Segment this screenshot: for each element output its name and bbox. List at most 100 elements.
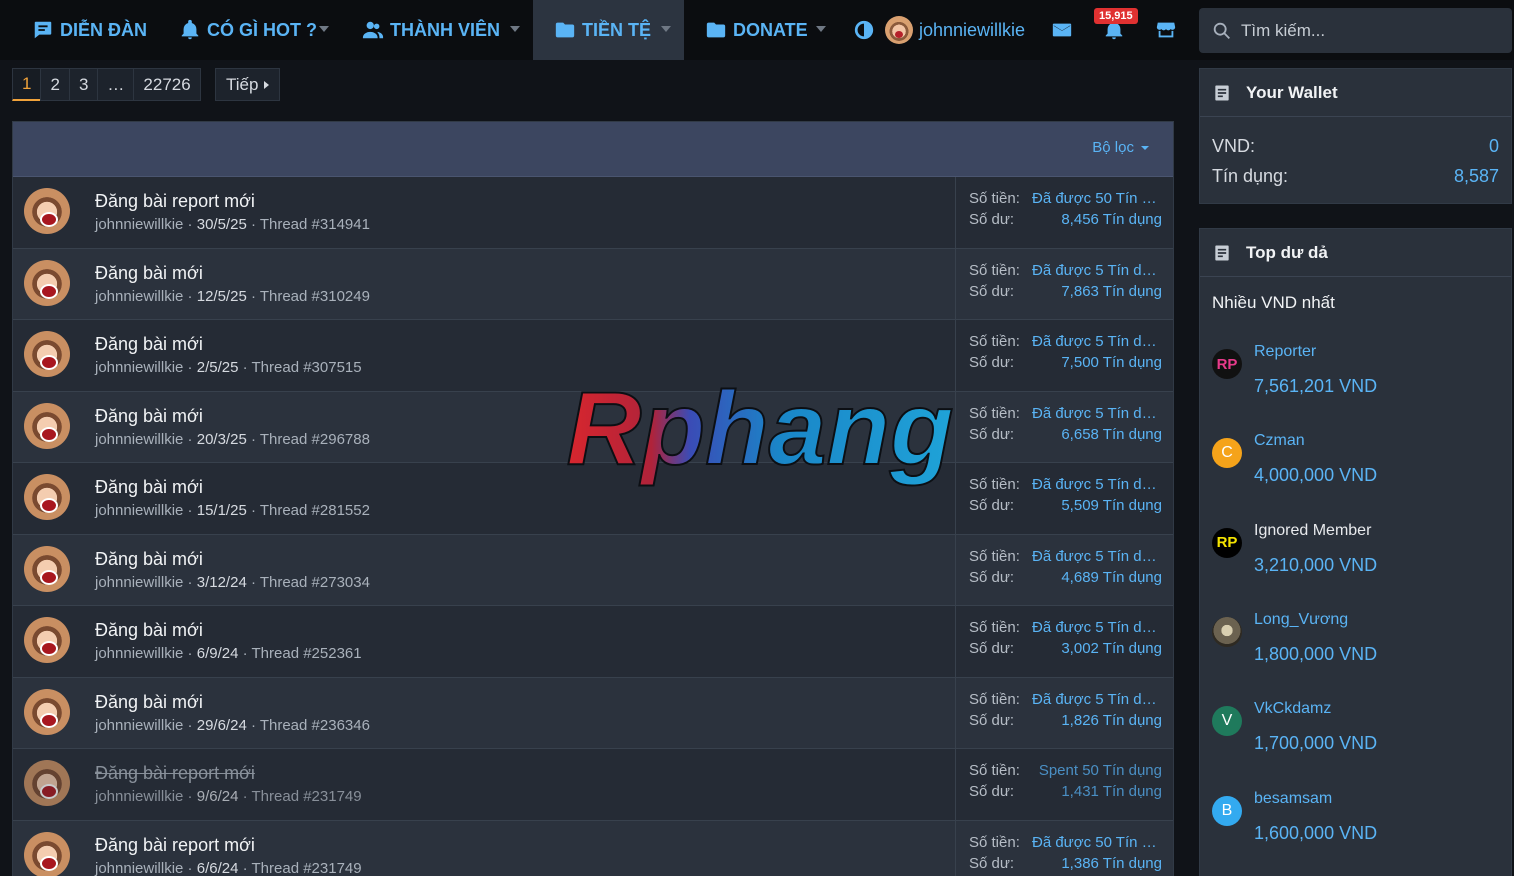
transaction-user[interactable]: johnniewillkie xyxy=(95,788,183,805)
transaction-title[interactable]: Đăng bài mới xyxy=(95,549,203,570)
transaction-thread[interactable]: Thread #281552 xyxy=(260,502,370,519)
member-avatar[interactable]: C xyxy=(1212,438,1242,469)
avatar[interactable] xyxy=(24,331,70,377)
wallet-vnd-row: VND: 0 xyxy=(1212,136,1499,157)
transaction-thread[interactable]: Thread #314941 xyxy=(260,216,370,233)
page-link-1[interactable]: 1 xyxy=(12,68,42,101)
avatar[interactable] xyxy=(24,688,70,735)
transaction-title[interactable]: Đăng bài mới xyxy=(95,334,203,355)
avatar[interactable] xyxy=(24,188,70,234)
member-name[interactable]: besamsam xyxy=(1254,790,1332,808)
chevron-down-icon[interactable] xyxy=(319,26,329,32)
avatar[interactable] xyxy=(24,831,70,876)
page-link-last[interactable]: 22726 xyxy=(133,68,201,101)
transaction-date: 20/3/25 xyxy=(196,430,247,448)
member-name[interactable]: Long_Vương xyxy=(1254,611,1348,629)
store-icon[interactable] xyxy=(1153,17,1179,43)
transaction-thread[interactable]: Thread #231749 xyxy=(252,860,362,876)
avatar[interactable] xyxy=(24,259,70,306)
transaction-user[interactable]: johnniewillkie xyxy=(95,574,183,591)
transaction-title[interactable]: Đăng bài mới xyxy=(95,406,203,427)
transaction-amounts: Số tiền: Đã được 5 Tín dụng Số dư: 7,500 Tí… xyxy=(955,320,1173,391)
search-box[interactable] xyxy=(1199,8,1512,53)
transaction-thread[interactable]: Thread #310249 xyxy=(260,288,370,305)
transaction-row: Đăng bài mới johnniewillkie · 12/5/25 · T… xyxy=(13,248,1173,320)
member-avatar[interactable]: RP xyxy=(1212,349,1242,379)
filter-button[interactable]: Bộ lọc xyxy=(1092,139,1149,156)
wallet-vnd-label: VND: xyxy=(1212,136,1256,156)
avatar[interactable] xyxy=(24,474,70,520)
transaction-thread[interactable]: Thread #231749 xyxy=(252,788,362,805)
transaction-user[interactable]: johnniewillkie xyxy=(95,645,183,662)
amount-value: Đã được 5 Tín dụng xyxy=(1032,547,1162,565)
transaction-title[interactable]: Đăng bài mới xyxy=(95,263,203,284)
transaction-row: Đăng bài mới johnniewillkie · 3/12/24 · T… xyxy=(13,534,1173,606)
avatar[interactable] xyxy=(24,760,70,806)
nav-whats-hot[interactable]: CÓ GÌ HOT ? xyxy=(179,0,317,60)
balance-value: 1,826 Tín dụng xyxy=(1061,711,1162,729)
avatar[interactable] xyxy=(24,402,70,449)
nav-currency[interactable]: TIỀN TỆ xyxy=(554,0,651,60)
transaction-title[interactable]: Đăng bài report mới xyxy=(95,191,255,212)
next-page-button[interactable]: Tiếp xyxy=(215,68,281,101)
transaction-thread[interactable]: Thread #296788 xyxy=(260,431,370,448)
folder-icon xyxy=(555,22,575,38)
avatar[interactable] xyxy=(24,545,70,592)
member-name[interactable]: Czman xyxy=(1254,432,1305,450)
list-header: Bộ lọc xyxy=(13,122,1173,177)
wallet-block: Your Wallet VND: 0 Tín dụng: 8,587 xyxy=(1199,68,1512,204)
member-avatar[interactable]: V xyxy=(1212,706,1242,737)
chevron-down-icon[interactable] xyxy=(510,26,520,32)
amount-value: Đã được 5 Tín dụng xyxy=(1032,261,1162,279)
document-icon xyxy=(1215,85,1229,100)
member-avatar[interactable]: RP xyxy=(1212,527,1242,558)
transaction-title[interactable]: Đăng bài mới xyxy=(95,692,203,713)
transaction-date: 30/5/25 xyxy=(196,216,247,233)
transaction-title[interactable]: Đăng bài report mới xyxy=(95,763,255,784)
transaction-user[interactable]: johnniewillkie xyxy=(95,717,183,734)
transaction-user[interactable]: johnniewillkie xyxy=(95,359,183,376)
chevron-down-icon[interactable] xyxy=(661,26,671,32)
member-avatar[interactable] xyxy=(1212,616,1242,647)
mail-icon[interactable] xyxy=(1049,17,1075,43)
search-input[interactable] xyxy=(1241,20,1501,41)
nav-members[interactable]: THÀNH VIÊN xyxy=(362,0,500,60)
transaction-user[interactable]: johnniewillkie xyxy=(95,216,183,233)
member-name[interactable]: Ignored Member xyxy=(1254,522,1371,540)
transaction-thread[interactable]: Thread #307515 xyxy=(252,359,362,376)
transaction-thread[interactable]: Thread #273034 xyxy=(260,574,370,591)
top-member-item: RP Ignored Member 3,210,000 VND xyxy=(1212,522,1502,592)
avatar[interactable] xyxy=(24,617,70,663)
alerts-count-badge: 15,915 xyxy=(1094,8,1138,24)
wallet-title: Your Wallet xyxy=(1246,82,1338,102)
page-ellipsis[interactable]: … xyxy=(97,68,135,101)
transaction-user[interactable]: johnniewillkie xyxy=(95,431,183,448)
theme-toggle-icon[interactable] xyxy=(851,17,877,43)
transaction-title[interactable]: Đăng bài mới xyxy=(95,477,203,498)
balance-label: Số dư: xyxy=(969,711,1015,729)
balance-value: 3,002 Tín dụng xyxy=(1061,640,1162,657)
member-name[interactable]: Reporter xyxy=(1254,343,1316,361)
transaction-user[interactable]: johnniewillkie xyxy=(95,288,183,305)
transaction-thread[interactable]: Thread #236346 xyxy=(260,717,370,734)
member-amount: 1,600,000 VND xyxy=(1254,822,1378,843)
transaction-date: 6/9/24 xyxy=(196,645,239,662)
chevron-down-icon[interactable] xyxy=(816,26,826,32)
transaction-title[interactable]: Đăng bài mới xyxy=(95,620,203,641)
nav-donate[interactable]: DONATE xyxy=(705,0,808,60)
page-link-2[interactable]: 2 xyxy=(40,68,70,101)
transaction-user[interactable]: johnniewillkie xyxy=(95,502,183,519)
forum-icon xyxy=(34,21,52,39)
transaction-meta: johnniewillkie · 12/5/25 · Thread #31024… xyxy=(95,287,370,305)
nav-forums[interactable]: DIỄN ĐÀN xyxy=(32,0,147,60)
page-link-3[interactable]: 3 xyxy=(68,68,99,101)
transaction-title[interactable]: Đăng bài report mới xyxy=(95,835,255,856)
amount-value: Đã được 5 Tín dụng xyxy=(1032,404,1162,422)
transaction-date: 3/12/24 xyxy=(196,573,247,591)
transaction-thread[interactable]: Thread #252361 xyxy=(252,645,362,662)
wallet-vnd-value: 0 xyxy=(1488,136,1499,156)
user-menu[interactable]: johnniewillkie xyxy=(885,0,1025,60)
member-avatar[interactable]: B xyxy=(1212,795,1242,826)
member-name[interactable]: VkCkdamz xyxy=(1254,700,1331,718)
transaction-user[interactable]: johnniewillkie xyxy=(95,860,183,876)
